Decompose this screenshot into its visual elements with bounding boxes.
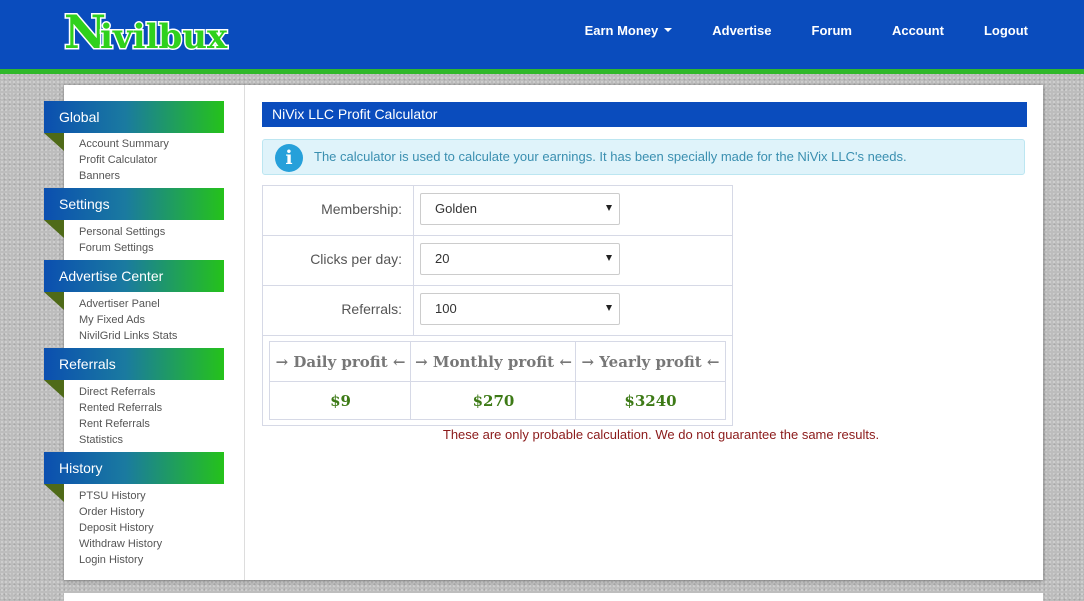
page-title: NiVix LLC Profit Calculator <box>262 102 1027 127</box>
sidebar-link-banners[interactable]: Banners <box>79 170 120 182</box>
sidebar-link-statistics[interactable]: Statistics <box>79 434 123 446</box>
logo-graphic: N ivilbux <box>63 4 230 56</box>
footer-panel <box>64 593 1043 601</box>
sidebar-link-withdraw-history[interactable]: Withdraw History <box>79 538 162 550</box>
nav-earn-money[interactable]: Earn Money <box>585 23 673 38</box>
monthly-profit-header: → Monthly profit ← <box>411 342 576 382</box>
calculator-form: Membership: Golden Clicks per day: 20 Re… <box>262 185 733 426</box>
nav-logout[interactable]: Logout <box>984 23 1028 38</box>
form-row-clicks: Clicks per day: 20 <box>263 236 732 286</box>
caret-down-icon <box>664 28 673 32</box>
sidebar-section-referrals: Referrals <box>44 348 224 380</box>
sidebar-link-profit-calculator[interactable]: Profit Calculator <box>79 154 157 166</box>
sidebar-link-personal-settings[interactable]: Personal Settings <box>79 226 165 238</box>
yearly-profit-header: → Yearly profit ← <box>576 342 725 382</box>
daily-profit-header: → Daily profit ← <box>270 342 411 382</box>
sidebar-link-deposit-history[interactable]: Deposit History <box>79 522 154 534</box>
sidebar-section-history: History <box>44 452 224 484</box>
ribbon-fold <box>44 220 64 238</box>
sidebar-link-ptsu-history[interactable]: PTSU History <box>79 490 146 502</box>
info-alert: i The calculator is used to calculate yo… <box>262 139 1025 175</box>
sidebar: Global Account Summary Profit Calculator… <box>44 85 245 580</box>
info-alert-text: The calculator is used to calculate your… <box>314 149 907 164</box>
sidebar-link-my-fixed-ads[interactable]: My Fixed Ads <box>79 314 145 326</box>
column-divider <box>410 342 411 419</box>
dropdown-arrow-icon <box>606 255 612 261</box>
nav-forum[interactable]: Forum <box>812 23 852 38</box>
membership-label: Membership: <box>263 186 414 235</box>
sidebar-section-settings: Settings <box>44 188 224 220</box>
sidebar-link-account-summary[interactable]: Account Summary <box>79 138 169 150</box>
referrals-select[interactable]: 100 <box>420 293 620 325</box>
ribbon-fold <box>44 484 64 502</box>
clicks-label: Clicks per day: <box>263 236 414 285</box>
brand-logo[interactable]: N ivilbux <box>62 4 274 56</box>
disclaimer-text: These are only probable calculation. We … <box>442 427 880 442</box>
nav-advertise[interactable]: Advertise <box>712 23 771 38</box>
sidebar-link-direct-referrals[interactable]: Direct Referrals <box>79 386 155 398</box>
nav-account[interactable]: Account <box>892 23 944 38</box>
membership-select[interactable]: Golden <box>420 193 620 225</box>
referrals-select-value: 100 <box>435 301 457 316</box>
sidebar-section-advertise-center: Advertise Center <box>44 260 224 292</box>
column-divider <box>575 342 576 419</box>
logo-text: ivilbux <box>100 17 228 56</box>
sidebar-link-forum-settings[interactable]: Forum Settings <box>79 242 154 254</box>
navbar-accent-stripe <box>0 69 1084 74</box>
daily-profit-value: $9 <box>330 392 351 410</box>
monthly-profit-value: $270 <box>472 392 515 410</box>
referrals-label: Referrals: <box>263 286 414 335</box>
ribbon-fold <box>44 380 64 398</box>
form-row-membership: Membership: Golden <box>263 186 732 236</box>
sidebar-link-rent-referrals[interactable]: Rent Referrals <box>79 418 150 430</box>
main-container: Global Account Summary Profit Calculator… <box>44 85 1043 580</box>
yearly-profit-value: $3240 <box>624 392 677 410</box>
sidebar-section-global: Global <box>44 101 224 133</box>
ribbon-fold <box>44 292 64 310</box>
clicks-per-day-select[interactable]: 20 <box>420 243 620 275</box>
nav-earn-money-label: Earn Money <box>584 22 659 38</box>
clicks-select-value: 20 <box>435 251 450 266</box>
form-row-referrals: Referrals: 100 <box>263 286 732 336</box>
ribbon-fold <box>44 133 64 151</box>
main-nav: Earn Money Advertise Forum Account Logou… <box>545 0 1028 60</box>
dropdown-arrow-icon <box>606 205 612 211</box>
sidebar-link-rented-referrals[interactable]: Rented Referrals <box>79 402 162 414</box>
profit-results-table: → Daily profit ← → Monthly profit ← → Ye… <box>269 341 726 420</box>
sidebar-link-login-history[interactable]: Login History <box>79 554 143 566</box>
sidebar-link-order-history[interactable]: Order History <box>79 506 144 518</box>
membership-select-value: Golden <box>435 201 477 216</box>
info-icon: i <box>275 144 303 172</box>
sidebar-link-nivilgrid-stats[interactable]: NivilGrid Links Stats <box>79 330 177 342</box>
top-navbar: N ivilbux Earn Money Advertise Forum Acc… <box>0 0 1084 69</box>
sidebar-link-advertiser-panel[interactable]: Advertiser Panel <box>79 298 160 310</box>
dropdown-arrow-icon <box>606 305 612 311</box>
